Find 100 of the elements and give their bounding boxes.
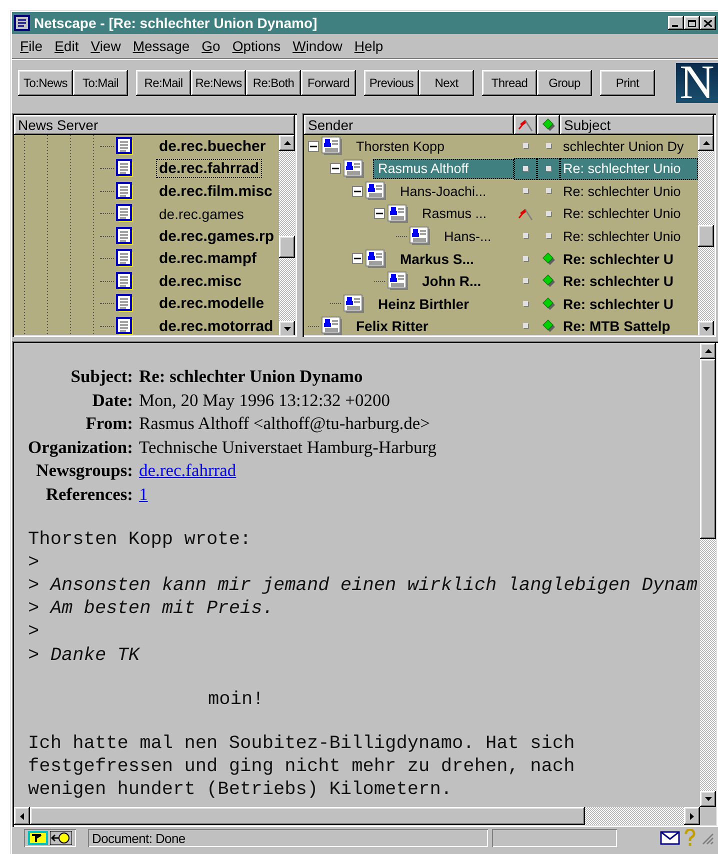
sender-name[interactable]: Felix Ritter bbox=[351, 318, 428, 334]
diamond-icon[interactable] bbox=[542, 252, 556, 266]
mail-icon[interactable] bbox=[660, 831, 680, 845]
connection-icon[interactable] bbox=[50, 831, 72, 845]
close-button[interactable] bbox=[700, 16, 716, 30]
collapse-icon[interactable] bbox=[352, 253, 363, 264]
scrollbar[interactable] bbox=[279, 135, 295, 335]
header-link[interactable]: de.rec.fahrrad bbox=[139, 459, 236, 483]
column-header[interactable]: Sender bbox=[304, 115, 514, 135]
maximize-button[interactable] bbox=[684, 16, 700, 30]
unread-column-header[interactable] bbox=[537, 115, 560, 135]
subject-text[interactable]: Re: schlechter Unio bbox=[560, 158, 698, 180]
maximize-icon[interactable] bbox=[688, 20, 696, 26]
sender-name[interactable]: John R... bbox=[417, 273, 482, 290]
header-link[interactable]: 1 bbox=[139, 482, 148, 507]
toolbar-button[interactable]: Next bbox=[419, 70, 474, 96]
toolbar-button[interactable]: To:Mail bbox=[73, 70, 128, 96]
menu-item[interactable]: Window bbox=[286, 36, 348, 56]
menu-item[interactable]: Edit bbox=[48, 36, 85, 56]
down-arrow-icon[interactable] bbox=[284, 327, 290, 331]
diamond-icon[interactable] bbox=[542, 274, 556, 288]
toolbar-button[interactable]: Previous bbox=[364, 70, 419, 96]
up-arrow-icon[interactable] bbox=[284, 141, 290, 145]
menu-item[interactable]: Options bbox=[226, 36, 287, 56]
up-arrow-icon[interactable] bbox=[702, 141, 710, 145]
newsgroup-item[interactable]: de.rec.games bbox=[156, 204, 247, 223]
sender-name[interactable]: Heinz Birthler bbox=[373, 296, 470, 312]
scrollbar[interactable] bbox=[698, 135, 714, 335]
dot-icon[interactable] bbox=[522, 323, 528, 330]
security-key-icon[interactable] bbox=[28, 831, 48, 845]
scroll-thumb[interactable] bbox=[700, 359, 716, 539]
menu-item[interactable]: Help bbox=[348, 36, 390, 56]
newsgroup-item[interactable]: de.rec.modelle bbox=[156, 294, 268, 314]
scrollbar[interactable] bbox=[700, 343, 716, 807]
left-arrow-icon[interactable] bbox=[20, 812, 24, 820]
toolbar-button[interactable]: Re:Both bbox=[246, 70, 301, 96]
dot-icon[interactable] bbox=[522, 278, 528, 284]
menu-item[interactable]: Message bbox=[126, 36, 196, 56]
toolbar-button[interactable]: Re:Mail bbox=[136, 70, 191, 96]
newsgroup-item[interactable]: de.rec.motorrad bbox=[156, 316, 276, 335]
subject-text[interactable]: Re: schlechter U bbox=[560, 270, 698, 292]
subject-text[interactable]: Re: MTB Sattelp bbox=[560, 315, 698, 335]
sender-name[interactable]: Rasmus ... bbox=[417, 206, 487, 222]
subject-text[interactable]: Re: schlechter Unio bbox=[560, 202, 698, 225]
newsgroup-item[interactable]: de.rec.buecher bbox=[156, 136, 269, 156]
scroll-thumb[interactable] bbox=[698, 225, 714, 247]
newsgroup-item[interactable]: de.rec.fahrrad bbox=[156, 159, 262, 178]
subject-text[interactable]: schlechter Union Dy bbox=[560, 135, 698, 158]
diamond-icon[interactable] bbox=[542, 319, 556, 334]
dot-icon[interactable] bbox=[522, 256, 528, 262]
diamond-icon[interactable] bbox=[542, 296, 556, 311]
flag-column-header[interactable] bbox=[514, 115, 537, 135]
collapse-icon[interactable] bbox=[308, 140, 319, 152]
sender-name[interactable]: Hans-Joachi... bbox=[395, 184, 486, 199]
down-arrow-icon[interactable] bbox=[702, 327, 710, 331]
dot-icon[interactable] bbox=[546, 210, 552, 217]
dot-icon[interactable] bbox=[546, 188, 552, 194]
toolbar-button[interactable]: Group bbox=[537, 70, 592, 96]
menu-item[interactable]: View bbox=[84, 36, 127, 56]
down-arrow-icon[interactable] bbox=[704, 797, 712, 801]
menu-item[interactable]: Go bbox=[196, 36, 226, 56]
sender-name[interactable]: Markus S... bbox=[395, 250, 474, 267]
resize-grip-icon[interactable] bbox=[700, 831, 714, 845]
dot-icon[interactable] bbox=[522, 188, 528, 194]
newsgroup-item[interactable]: de.rec.games.rp bbox=[156, 226, 278, 246]
sender-name[interactable]: Hans-... bbox=[439, 228, 492, 244]
subject-text[interactable]: Re: schlechter U bbox=[560, 248, 698, 270]
scrollbar[interactable] bbox=[14, 807, 716, 825]
column-header[interactable]: News Server bbox=[14, 115, 295, 135]
sender-name[interactable]: Rasmus Althoff bbox=[373, 158, 514, 179]
toolbar-button[interactable]: Thread bbox=[482, 70, 537, 96]
scroll-thumb[interactable] bbox=[30, 807, 585, 825]
up-arrow-icon[interactable] bbox=[704, 349, 712, 353]
collapse-icon[interactable] bbox=[352, 186, 363, 197]
dot-icon[interactable] bbox=[522, 166, 528, 172]
column-header[interactable]: Subject bbox=[560, 115, 714, 135]
newsgroup-item[interactable]: de.rec.mampf bbox=[156, 249, 260, 268]
dot-icon[interactable] bbox=[522, 233, 528, 240]
collapse-icon[interactable] bbox=[330, 163, 341, 174]
collapse-icon[interactable] bbox=[374, 208, 385, 220]
close-icon[interactable] bbox=[704, 20, 712, 26]
toolbar-button[interactable]: Re:News bbox=[191, 70, 246, 96]
subject-text[interactable]: Re: schlechter Unio bbox=[560, 225, 698, 248]
dot-icon[interactable] bbox=[546, 166, 552, 172]
toolbar-button[interactable]: Forward bbox=[301, 70, 356, 96]
subject-text[interactable]: Re: schlechter Unio bbox=[560, 180, 698, 202]
subject-text[interactable]: Re: schlechter U bbox=[560, 292, 698, 315]
toolbar-button[interactable]: Print bbox=[600, 70, 655, 96]
dot-icon[interactable] bbox=[546, 143, 552, 150]
dot-icon[interactable] bbox=[522, 143, 528, 150]
dot-icon[interactable] bbox=[522, 300, 528, 307]
dot-icon[interactable] bbox=[546, 233, 552, 240]
scroll-thumb[interactable] bbox=[279, 236, 295, 258]
app-icon[interactable] bbox=[14, 15, 30, 31]
sender-name[interactable]: Thorsten Kopp bbox=[351, 138, 445, 154]
newsgroup-item[interactable]: de.rec.misc bbox=[156, 272, 245, 291]
toolbar-button[interactable]: To:News bbox=[18, 70, 73, 96]
right-arrow-icon[interactable] bbox=[690, 812, 694, 820]
newsgroup-item[interactable]: de.rec.film.misc bbox=[156, 182, 276, 201]
minimize-button[interactable] bbox=[668, 16, 684, 30]
